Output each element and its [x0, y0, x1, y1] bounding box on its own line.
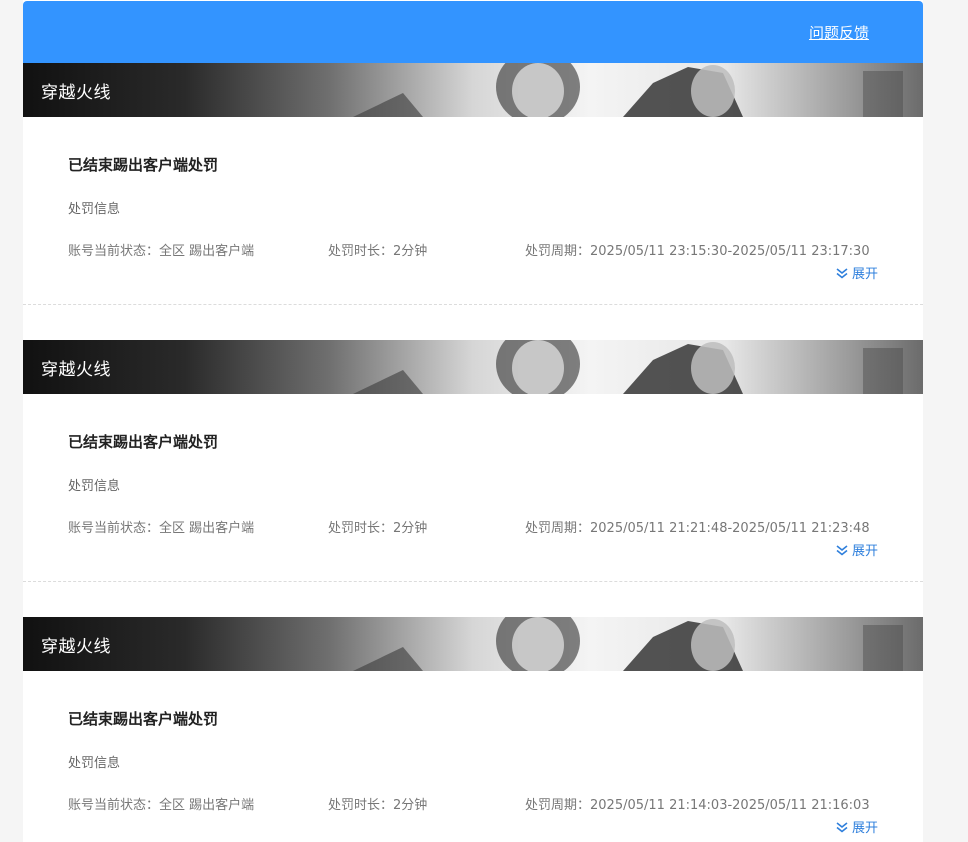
duration-label: 处罚时长： [328, 521, 394, 536]
period-label: 处罚周期： [525, 521, 591, 536]
period-value: 2025/05/11 21:14:03-2025/05/11 21:16:03 [590, 798, 870, 813]
chevron-double-down-icon [835, 543, 849, 557]
chevron-double-down-icon [835, 266, 849, 280]
game-title: 穿越火线 [41, 360, 111, 380]
period-label: 处罚周期： [525, 798, 591, 813]
penalty-status-title: 已结束踢出客户端处罚 [68, 433, 219, 451]
account-state: 账号当前状态：全区 踢出客户端 [68, 517, 254, 536]
penalty-card: 穿越火线 已结束踢出客户端处罚 处罚信息 账号当前状态：全区 踢出客户端 处罚时… [23, 63, 923, 305]
game-banner: 穿越火线 [23, 63, 923, 117]
penalty-period: 处罚周期：2025/05/11 23:15:30-2025/05/11 23:1… [525, 240, 870, 259]
duration-value: 2分钟 [393, 798, 428, 813]
penalty-period: 处罚周期：2025/05/11 21:21:48-2025/05/11 21:2… [525, 517, 870, 536]
game-banner: 穿越火线 [23, 617, 923, 671]
penalty-info-label: 处罚信息 [68, 479, 121, 494]
duration-label: 处罚时长： [328, 798, 394, 813]
penalty-info-label: 处罚信息 [68, 756, 121, 771]
penalty-info-label: 处罚信息 [68, 202, 121, 217]
account-state-value: 全区 踢出客户端 [159, 244, 255, 259]
penalty-card: 穿越火线 已结束踢出客户端处罚 处罚信息 账号当前状态：全区 踢出客户端 处罚时… [23, 340, 923, 582]
account-state-label: 账号当前状态： [68, 521, 160, 536]
expand-label: 展开 [851, 544, 878, 559]
expand-label: 展开 [851, 821, 878, 836]
penalty-duration: 处罚时长：2分钟 [328, 794, 427, 813]
period-value: 2025/05/11 23:15:30-2025/05/11 23:17:30 [590, 244, 870, 259]
top-bar: 问题反馈 [23, 1, 923, 63]
duration-value: 2分钟 [393, 521, 428, 536]
period-label: 处罚周期： [525, 244, 591, 259]
duration-value: 2分钟 [393, 244, 428, 259]
penalty-period: 处罚周期：2025/05/11 21:14:03-2025/05/11 21:1… [525, 794, 870, 813]
expand-button[interactable]: 展开 [835, 817, 878, 836]
penalty-card: 穿越火线 已结束踢出客户端处罚 处罚信息 账号当前状态：全区 踢出客户端 处罚时… [23, 617, 923, 842]
game-banner: 穿越火线 [23, 340, 923, 394]
penalty-duration: 处罚时长：2分钟 [328, 517, 427, 536]
expand-button[interactable]: 展开 [835, 540, 878, 559]
period-value: 2025/05/11 21:21:48-2025/05/11 21:23:48 [590, 521, 870, 536]
penalty-duration: 处罚时长：2分钟 [328, 240, 427, 259]
card-divider [23, 304, 923, 305]
account-state-value: 全区 踢出客户端 [159, 521, 255, 536]
card-divider [23, 581, 923, 582]
banner-artwork [353, 63, 903, 117]
banner-artwork [353, 617, 903, 671]
account-state-label: 账号当前状态： [68, 244, 160, 259]
account-state-label: 账号当前状态： [68, 798, 160, 813]
account-state: 账号当前状态：全区 踢出客户端 [68, 240, 254, 259]
penalty-status-title: 已结束踢出客户端处罚 [68, 710, 219, 728]
penalty-record-page: 问题反馈 穿越火线 已结束踢出客户端处罚 处罚信息 账号当前状态：全区 踢出客户… [23, 0, 923, 842]
account-state-value: 全区 踢出客户端 [159, 798, 255, 813]
expand-button[interactable]: 展开 [835, 263, 878, 282]
account-state: 账号当前状态：全区 踢出客户端 [68, 794, 254, 813]
duration-label: 处罚时长： [328, 244, 394, 259]
chevron-double-down-icon [835, 820, 849, 834]
penalty-status-title: 已结束踢出客户端处罚 [68, 156, 219, 174]
banner-artwork [353, 340, 903, 394]
game-title: 穿越火线 [41, 83, 111, 103]
expand-label: 展开 [851, 267, 878, 282]
feedback-link[interactable]: 问题反馈 [809, 22, 869, 43]
game-title: 穿越火线 [41, 637, 111, 657]
